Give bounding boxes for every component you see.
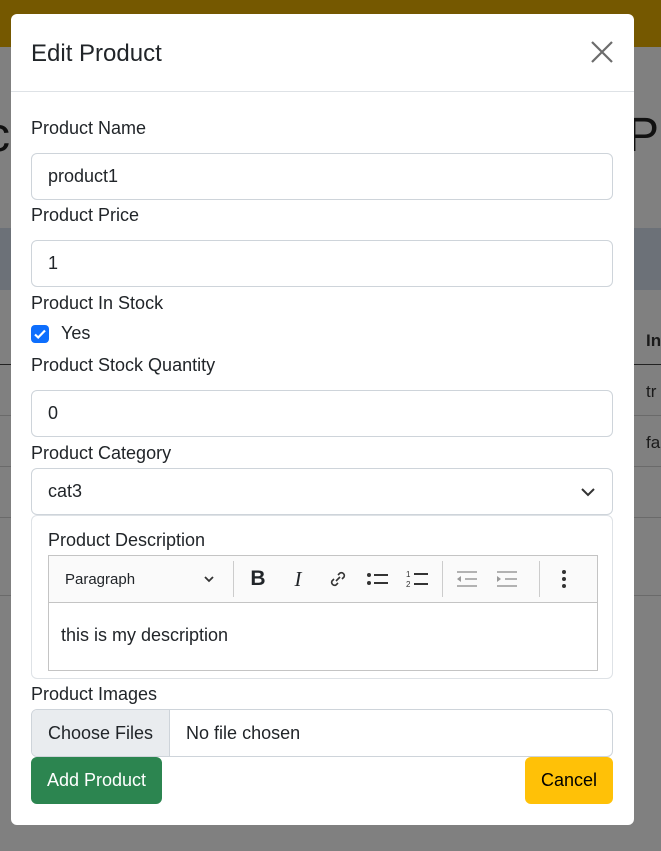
product-name-label: Product Name bbox=[31, 118, 147, 138]
background-heading-left: c bbox=[0, 108, 10, 163]
product-stock-quantity-label: Product Stock Quantity bbox=[31, 355, 216, 375]
product-images-input[interactable]: Choose Files No file chosen bbox=[31, 709, 613, 757]
separator bbox=[539, 561, 540, 597]
product-in-stock-label: Product In Stock bbox=[31, 293, 164, 313]
bulleted-list-icon[interactable] bbox=[358, 561, 398, 597]
add-product-button[interactable]: Add Product bbox=[31, 757, 163, 804]
no-file-text: No file chosen bbox=[186, 722, 301, 743]
svg-text:2: 2 bbox=[406, 580, 411, 589]
edit-product-modal: Edit Product Product Name product1 Produ… bbox=[11, 14, 634, 825]
indent-icon[interactable] bbox=[487, 561, 527, 597]
choose-files-button[interactable]: Choose Files bbox=[32, 710, 171, 756]
background-cell: fa bbox=[646, 433, 661, 452]
product-category-label: Product Category bbox=[31, 443, 172, 463]
format-label: Paragraph bbox=[65, 570, 136, 588]
cancel-button[interactable]: Cancel bbox=[524, 757, 613, 804]
background-cell: tr bbox=[646, 382, 657, 401]
product-category-select[interactable]: cat3 bbox=[31, 468, 613, 515]
in-stock-checkbox[interactable] bbox=[31, 325, 49, 343]
more-options-icon[interactable] bbox=[544, 561, 584, 597]
chevron-down-icon bbox=[204, 576, 214, 583]
italic-icon[interactable]: I bbox=[278, 561, 318, 597]
product-price-input[interactable]: 1 bbox=[31, 240, 613, 287]
product-price-label: Product Price bbox=[31, 205, 140, 225]
chevron-down-icon bbox=[581, 487, 595, 496]
modal-title: Edit Product bbox=[31, 40, 162, 67]
in-stock-checkbox-label: Yes bbox=[61, 323, 91, 343]
check-icon bbox=[34, 329, 46, 340]
paragraph-format-dropdown[interactable]: Paragraph bbox=[49, 561, 229, 597]
numbered-list-icon[interactable]: 12 bbox=[398, 561, 438, 597]
product-name-input[interactable]: product1 bbox=[31, 153, 613, 200]
product-description-group: Product Description Paragraph B I 12 thi… bbox=[31, 515, 613, 679]
svg-text:1: 1 bbox=[406, 570, 411, 579]
link-icon[interactable] bbox=[318, 561, 358, 597]
close-icon[interactable] bbox=[590, 40, 614, 64]
bold-icon[interactable]: B bbox=[238, 561, 278, 597]
product-images-label: Product Images bbox=[31, 684, 158, 704]
product-stock-quantity-input[interactable]: 0 bbox=[31, 390, 613, 437]
modal-header: Edit Product bbox=[11, 14, 634, 92]
description-editor[interactable]: this is my description bbox=[48, 603, 598, 671]
outdent-icon[interactable] bbox=[447, 561, 487, 597]
separator bbox=[233, 561, 234, 597]
separator bbox=[442, 561, 443, 597]
editor-toolbar: Paragraph B I 12 bbox=[48, 555, 598, 603]
product-description-label: Product Description bbox=[48, 530, 206, 550]
category-selected-value: cat3 bbox=[48, 481, 83, 501]
background-table-header: In bbox=[646, 331, 661, 350]
